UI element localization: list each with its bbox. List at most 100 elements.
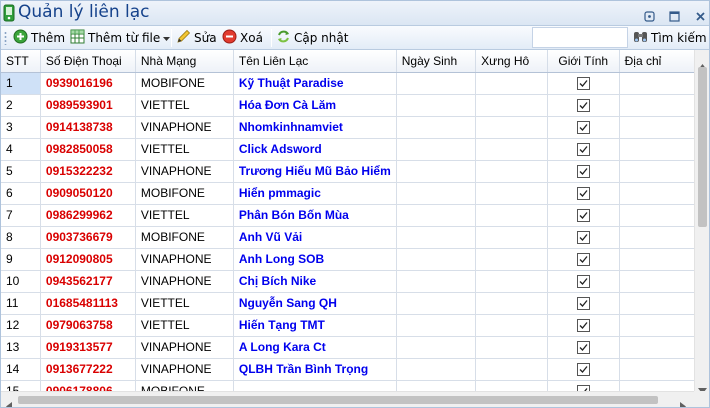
table-row[interactable]: 9 0912090805 VINAPHONE Anh Long SOB <box>1 248 709 271</box>
cell-stt[interactable]: 6 <box>1 182 41 205</box>
cell-network[interactable]: MOBIFONE <box>135 72 234 95</box>
cell-network[interactable]: VIETTEL <box>135 314 234 337</box>
cell-phone[interactable]: 0913677222 <box>40 358 136 381</box>
cell-gender[interactable] <box>547 94 620 117</box>
column-header-birthday[interactable]: Ngày Sinh <box>396 50 477 73</box>
cell-gender[interactable] <box>547 336 620 359</box>
cell-title[interactable] <box>475 358 548 381</box>
cell-phone[interactable]: 0986299962 <box>40 204 136 227</box>
cell-title[interactable] <box>475 292 548 315</box>
cell-network[interactable]: VIETTEL <box>135 138 234 161</box>
cell-birthday[interactable] <box>396 72 477 95</box>
toolbar-grip[interactable] <box>4 31 7 45</box>
gender-checkbox[interactable] <box>576 296 590 311</box>
cell-gender[interactable] <box>547 270 620 293</box>
table-row[interactable]: 7 0986299962 VIETTEL Phân Bón Bốn Mùa <box>1 204 709 227</box>
table-row[interactable]: 14 0913677222 VINAPHONE QLBH Trần Bình Trọn… <box>1 358 709 381</box>
cell-stt[interactable]: 4 <box>1 138 41 161</box>
scroll-right-icon[interactable] <box>680 396 686 407</box>
cell-title[interactable] <box>475 248 548 271</box>
cell-contact-name[interactable]: Anh Vũ Vải <box>233 226 397 249</box>
cell-phone[interactable]: 0903736679 <box>40 226 136 249</box>
restore-button[interactable] <box>644 7 655 22</box>
cell-network[interactable]: VIETTEL <box>135 204 234 227</box>
cell-contact-name[interactable] <box>233 380 397 391</box>
cell-phone[interactable]: 0909050120 <box>40 182 136 205</box>
cell-phone[interactable]: 01685481113 <box>40 292 136 315</box>
gender-checkbox[interactable] <box>576 186 590 201</box>
gender-checkbox[interactable] <box>576 142 590 157</box>
cell-birthday[interactable] <box>396 336 477 359</box>
cell-network[interactable]: VINAPHONE <box>135 270 234 293</box>
table-row[interactable]: 2 0989593901 VIETTEL Hóa Đơn Cà Lăm <box>1 94 709 117</box>
gender-checkbox[interactable] <box>576 384 590 391</box>
maximize-button[interactable] <box>669 7 680 22</box>
cell-gender[interactable] <box>547 72 620 95</box>
cell-network[interactable]: MOBIFONE <box>135 182 234 205</box>
cell-birthday[interactable] <box>396 204 477 227</box>
cell-phone[interactable]: 0915322232 <box>40 160 136 183</box>
cell-contact-name[interactable]: Kỹ Thuật Paradise <box>233 72 397 95</box>
cell-title[interactable] <box>475 182 548 205</box>
cell-birthday[interactable] <box>396 138 477 161</box>
cell-stt[interactable]: 2 <box>1 94 41 117</box>
cell-stt[interactable]: 1 <box>1 72 41 95</box>
add-button[interactable]: Thêm <box>11 28 67 48</box>
cell-stt[interactable]: 8 <box>1 226 41 249</box>
table-row[interactable]: 10 0943562177 VINAPHONE Chị Bích Nike <box>1 270 709 293</box>
cell-stt[interactable]: 3 <box>1 116 41 139</box>
gender-checkbox[interactable] <box>576 274 590 289</box>
column-header-network[interactable]: Nhà Mạng <box>135 50 234 73</box>
cell-contact-name[interactable]: Trương Hiếu Mũ Bảo Hiểm <box>233 160 397 183</box>
gender-checkbox[interactable] <box>576 362 590 377</box>
import-from-file-button[interactable]: Thêm từ file <box>68 28 172 48</box>
cell-contact-name[interactable]: A Long Kara Ct <box>233 336 397 359</box>
cell-phone[interactable]: 0943562177 <box>40 270 136 293</box>
cell-gender[interactable] <box>547 292 620 315</box>
cell-phone[interactable]: 0982850058 <box>40 138 136 161</box>
table-row[interactable]: 15 0906178806 MOBIFONE <box>1 380 709 391</box>
cell-gender[interactable] <box>547 160 620 183</box>
cell-gender[interactable] <box>547 314 620 337</box>
cell-phone[interactable]: 0906178806 <box>40 380 136 391</box>
table-row[interactable]: 1 0939016196 MOBIFONE Kỹ Thuật Paradise <box>1 72 709 95</box>
cell-gender[interactable] <box>547 226 620 249</box>
cell-birthday[interactable] <box>396 182 477 205</box>
cell-phone[interactable]: 0912090805 <box>40 248 136 271</box>
table-row[interactable]: 8 0903736679 MOBIFONE Anh Vũ Vải <box>1 226 709 249</box>
gender-checkbox[interactable] <box>576 318 590 333</box>
table-row[interactable]: 6 0909050120 MOBIFONE Hiển pmmagic <box>1 182 709 205</box>
cell-network[interactable]: VIETTEL <box>135 292 234 315</box>
cell-network[interactable]: VINAPHONE <box>135 116 234 139</box>
gender-checkbox[interactable] <box>576 120 590 135</box>
gender-checkbox[interactable] <box>576 164 590 179</box>
cell-birthday[interactable] <box>396 358 477 381</box>
cell-title[interactable] <box>475 314 548 337</box>
cell-title[interactable] <box>475 160 548 183</box>
cell-phone[interactable]: 0989593901 <box>40 94 136 117</box>
cell-network[interactable]: VINAPHONE <box>135 358 234 381</box>
cell-stt[interactable]: 11 <box>1 292 41 315</box>
cell-contact-name[interactable]: Hiến Tạng TMT <box>233 314 397 337</box>
cell-gender[interactable] <box>547 358 620 381</box>
cell-gender[interactable] <box>547 380 620 391</box>
table-row[interactable]: 5 0915322232 VINAPHONE Trương Hiếu Mũ Bảo H… <box>1 160 709 183</box>
cell-network[interactable]: MOBIFONE <box>135 380 234 391</box>
gender-checkbox[interactable] <box>576 340 590 355</box>
update-button[interactable]: Cập nhật <box>274 28 350 48</box>
cell-birthday[interactable] <box>396 248 477 271</box>
cell-birthday[interactable] <box>396 314 477 337</box>
cell-stt[interactable]: 5 <box>1 160 41 183</box>
cell-title[interactable] <box>475 116 548 139</box>
vertical-scrollbar[interactable] <box>694 50 709 394</box>
cell-stt[interactable]: 9 <box>1 248 41 271</box>
cell-contact-name[interactable]: Nhomkinhnamviet <box>233 116 397 139</box>
cell-phone[interactable]: 0919313577 <box>40 336 136 359</box>
cell-phone[interactable]: 0979063758 <box>40 314 136 337</box>
cell-birthday[interactable] <box>396 270 477 293</box>
cell-title[interactable] <box>475 204 548 227</box>
cell-gender[interactable] <box>547 182 620 205</box>
cell-stt[interactable]: 13 <box>1 336 41 359</box>
table-row[interactable]: 13 0919313577 VINAPHONE A Long Kara Ct <box>1 336 709 359</box>
cell-title[interactable] <box>475 94 548 117</box>
